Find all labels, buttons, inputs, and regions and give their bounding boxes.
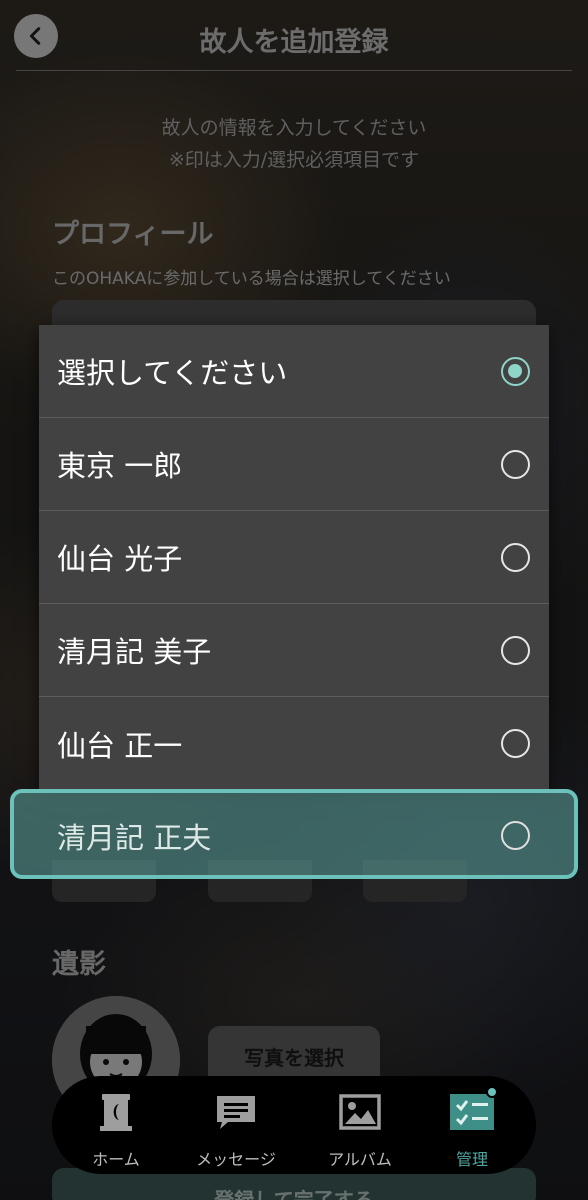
radio-unchecked-icon[interactable] <box>501 450 530 479</box>
option-seigetsuki-yoshiko[interactable]: 清月記 美子 <box>39 604 549 697</box>
nav-label: メッセージ <box>196 1150 276 1169</box>
notification-dot <box>486 1086 498 1098</box>
nav-label: アルバム <box>328 1150 392 1169</box>
option-label: 東京 一郎 <box>57 449 183 483</box>
nav-label: ホーム <box>92 1150 140 1169</box>
album-icon <box>339 1094 381 1130</box>
nav-home[interactable]: ホーム <box>56 1076 176 1174</box>
nav-album[interactable]: アルバム <box>300 1076 420 1174</box>
nav-manage[interactable]: 管理 <box>412 1076 532 1174</box>
nav-label: 管理 <box>455 1150 488 1169</box>
radio-unchecked-icon[interactable] <box>501 729 530 758</box>
option-label: 清月記 美子 <box>57 635 212 669</box>
home-grave-icon <box>100 1094 132 1131</box>
option-label: 清月記 正夫 <box>57 821 212 855</box>
message-icon <box>217 1096 255 1129</box>
option-sendai-mitsuko[interactable]: 仙台 光子 <box>39 511 549 604</box>
option-label: 仙台 光子 <box>57 542 183 576</box>
radio-unchecked-icon[interactable] <box>501 543 530 572</box>
nav-message[interactable]: メッセージ <box>176 1076 296 1174</box>
option-tokyo-ichiro[interactable]: 東京 一郎 <box>39 418 549 511</box>
radio-checked-icon[interactable] <box>501 357 530 386</box>
radio-unchecked-icon[interactable] <box>501 821 530 850</box>
option-placeholder[interactable]: 選択してください <box>39 325 549 418</box>
option-sendai-shoichi[interactable]: 仙台 正一 <box>39 697 549 790</box>
member-dropdown: 選択してください 東京 一郎 仙台 光子 清月記 美子 仙台 正一 <box>39 325 549 790</box>
option-label: 仙台 正一 <box>57 728 183 763</box>
option-seigetsuki-masao[interactable]: 清月記 正夫 <box>10 789 578 879</box>
manage-checklist-icon <box>450 1094 494 1130</box>
radio-unchecked-icon[interactable] <box>501 636 530 665</box>
option-label: 選択してください <box>57 356 288 390</box>
bottom-navigation: ホーム メッセージ アルバム 管理 <box>52 1076 536 1174</box>
